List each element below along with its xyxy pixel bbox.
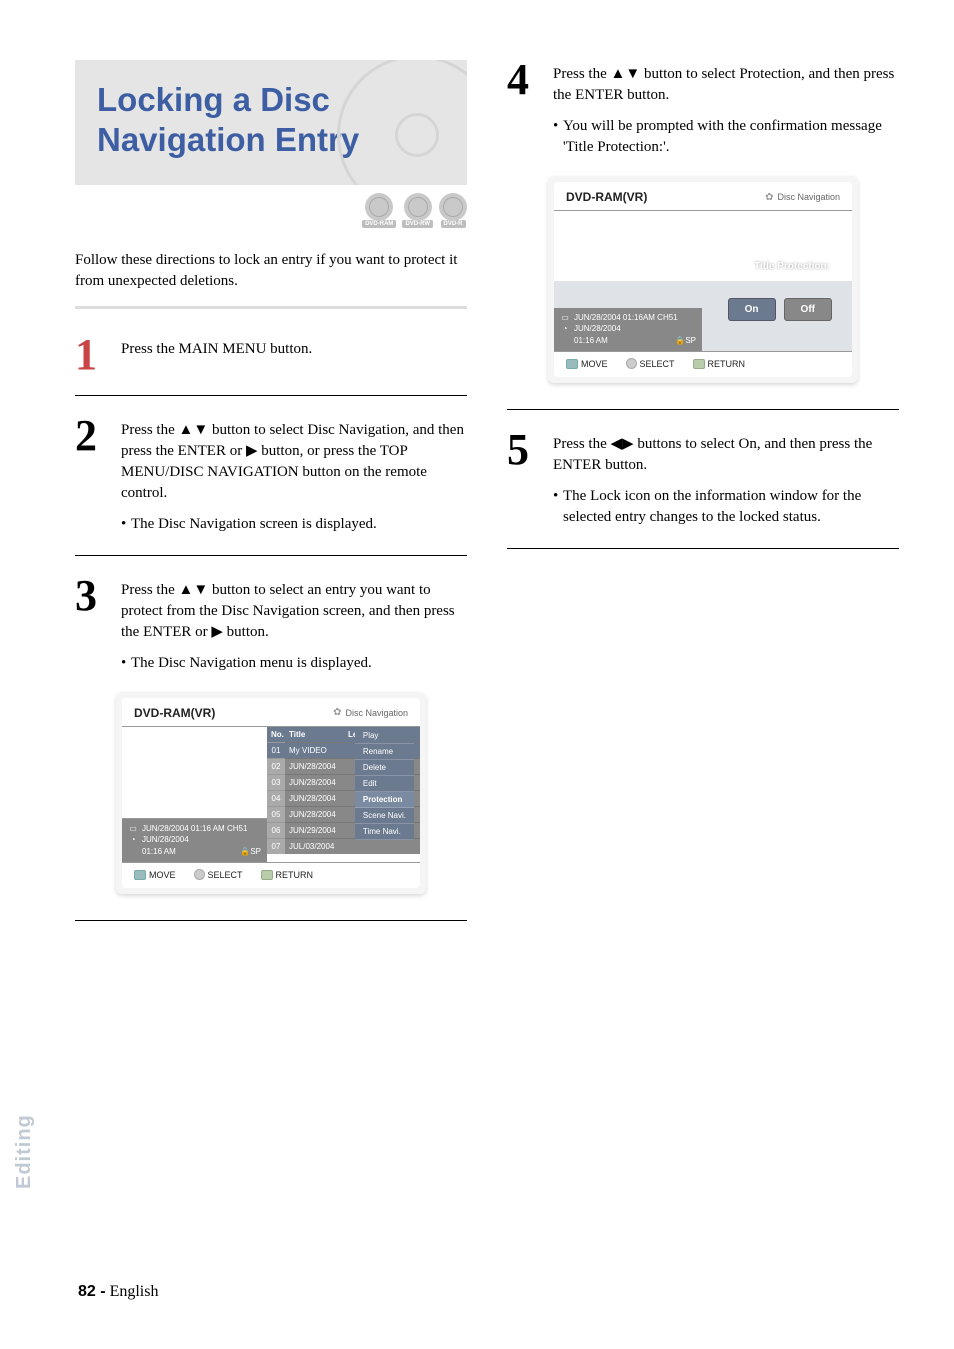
osd1-info-panel: ▭JUN/28/2004 01:16 AM CH51 ◔JUN/28/2004 … — [122, 819, 267, 862]
disc-graphic — [337, 60, 467, 185]
osd2-foot-select: SELECT — [626, 358, 675, 369]
step-4-text: Press the ▲▼ button to select Protection… — [553, 66, 894, 103]
separator — [75, 306, 467, 309]
osd-title-protection: DVD-RAM(VR) Disc Navigation Title Protec… — [548, 176, 858, 383]
separator — [507, 409, 899, 410]
step-number-3: 3 — [75, 576, 107, 674]
step-2: 2 Press the ▲▼ button to select Disc Nav… — [75, 416, 467, 535]
osd1-foot-move: MOVE — [134, 870, 176, 880]
osd1-header-left: DVD-RAM(VR) — [134, 706, 215, 720]
lock-icon: 🔒 — [675, 336, 685, 345]
separator — [507, 548, 899, 549]
nav-key-icon — [566, 359, 578, 369]
return-key-icon — [261, 870, 273, 880]
osd1-menu-item: Time Navi. — [355, 824, 414, 840]
step-number-1: 1 — [75, 335, 107, 375]
badge-dvd-ram: DVD-RAM — [362, 193, 396, 228]
step-5-bullet: The Lock icon on the information window … — [553, 486, 899, 528]
osd1-menu-item: Edit — [355, 776, 414, 792]
page-title-block: Locking a Disc Navigation Entry — [75, 60, 467, 185]
step-5-text: Press the ◀▶ buttons to select On, and t… — [553, 436, 872, 473]
disc-type-badges: DVD-RAM DVD-RW DVD-R — [75, 193, 467, 228]
osd1-menu-item: Protection — [355, 792, 414, 808]
protection-on-button[interactable]: On — [728, 298, 776, 321]
osd1-foot-select: SELECT — [194, 869, 243, 880]
badge-dvd-r: DVD-R — [439, 193, 467, 228]
step-2-bullet: The Disc Navigation screen is displayed. — [121, 514, 467, 535]
osd1-preview-thumbnail — [122, 727, 267, 819]
step-3-text: Press the ▲▼ button to select an entry y… — [121, 582, 455, 640]
osd1-menu-item: Play — [355, 728, 414, 744]
osd2-foot-return: RETURN — [693, 359, 746, 369]
clock-icon: ◔ — [128, 835, 138, 845]
badge-dvd-rw: DVD-RW — [402, 193, 433, 228]
step-3-bullet: The Disc Navigation menu is displayed. — [121, 653, 467, 674]
calendar-icon: ▭ — [128, 823, 138, 833]
step-number-4: 4 — [507, 60, 539, 158]
calendar-icon: ▭ — [560, 312, 570, 322]
intro-text: Follow these directions to lock an entry… — [75, 250, 467, 292]
lock-icon: 🔒 — [240, 847, 250, 856]
step-4: 4 Press the ▲▼ button to select Protecti… — [507, 60, 899, 158]
protection-label: Title Protection: — [754, 261, 830, 272]
step-1: 1 Press the MAIN MENU button. — [75, 335, 467, 375]
osd2-header-left: DVD-RAM(VR) — [566, 190, 647, 204]
osd1-foot-return: RETURN — [261, 870, 314, 880]
separator — [75, 395, 467, 396]
page-number: 82 - English — [78, 1283, 158, 1301]
osd1-menu-item: Rename — [355, 744, 414, 760]
step-number-2: 2 — [75, 416, 107, 535]
protection-off-button[interactable]: Off — [784, 298, 832, 321]
osd2-foot-move: MOVE — [566, 359, 608, 369]
separator — [75, 555, 467, 556]
step-number-5: 5 — [507, 430, 539, 528]
separator — [75, 920, 467, 921]
osd1-header-right: Disc Navigation — [333, 707, 408, 718]
step-2-text: Press the ▲▼ button to select Disc Navig… — [121, 422, 464, 501]
osd2-info-panel: ▭JUN/28/2004 01:16AM CH51 ◔JUN/28/2004 0… — [554, 308, 702, 351]
osd1-row: 07JUL/03/2004 — [267, 838, 420, 854]
step-5: 5 Press the ◀▶ buttons to select On, and… — [507, 430, 899, 528]
step-1-text: Press the MAIN MENU button. — [121, 335, 467, 375]
return-key-icon — [693, 359, 705, 369]
osd1-context-menu: PlayRenameDeleteEditProtectionScene Navi… — [355, 728, 414, 840]
osd1-menu-item: Delete — [355, 760, 414, 776]
step-4-bullet: You will be prompted with the confirmati… — [553, 116, 899, 158]
osd2-header-right: Disc Navigation — [765, 192, 840, 203]
nav-key-icon — [134, 870, 146, 880]
clock-icon: ◔ — [560, 323, 570, 333]
osd-disc-navigation: DVD-RAM(VR) Disc Navigation ▭JUN/28/2004… — [116, 692, 426, 894]
section-label: Editing — [13, 1114, 36, 1189]
select-key-icon — [626, 358, 637, 369]
select-key-icon — [194, 869, 205, 880]
step-3: 3 Press the ▲▼ button to select an entry… — [75, 576, 467, 674]
osd1-menu-item: Scene Navi. — [355, 808, 414, 824]
